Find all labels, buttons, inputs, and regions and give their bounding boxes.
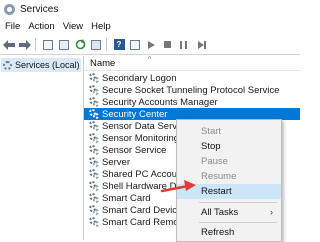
- service-gear-icon: [89, 193, 99, 203]
- menu-item-pause[interactable]: Pause: [177, 154, 281, 169]
- toolbar: ?: [0, 35, 300, 55]
- pause-service-icon[interactable]: [176, 38, 190, 52]
- menu-item-label: Refresh: [201, 227, 235, 238]
- pane-toggle-icon[interactable]: [128, 38, 142, 52]
- window-title: Services: [20, 3, 59, 15]
- services-app-icon: [4, 3, 15, 15]
- menu-item-label: Start: [201, 126, 222, 137]
- service-name: Smart Card: [102, 192, 151, 204]
- toolbar-separator: [35, 38, 36, 51]
- service-name: Security Accounts Manager: [102, 96, 218, 108]
- tree-item-label: Services (Local): [15, 60, 80, 70]
- submenu-arrow-icon: ›: [270, 207, 273, 217]
- service-gear-icon: [89, 181, 99, 191]
- service-gear-icon: [89, 145, 99, 155]
- service-gear-icon: [89, 97, 99, 107]
- export-list-icon[interactable]: [89, 38, 103, 52]
- forward-icon[interactable]: [18, 38, 32, 52]
- stop-service-icon[interactable]: [160, 38, 174, 52]
- service-gear-icon: [89, 109, 99, 119]
- column-header-label: Name: [90, 58, 116, 69]
- service-name: Security Center: [102, 108, 168, 120]
- toolbar-separator: [106, 38, 107, 51]
- gear-icon: [3, 60, 12, 70]
- restart-service-icon[interactable]: [192, 38, 206, 52]
- service-row[interactable]: Secondary Logon: [84, 72, 300, 84]
- menu-action[interactable]: Action: [24, 21, 58, 32]
- menu-item-label: Pause: [201, 156, 228, 167]
- service-gear-icon: [89, 85, 99, 95]
- service-gear-icon: [89, 217, 99, 227]
- menu-item-stop[interactable]: Stop: [177, 139, 281, 154]
- service-gear-icon: [89, 205, 99, 215]
- menu-item-all-tasks[interactable]: All Tasks ›: [177, 205, 281, 220]
- menu-help[interactable]: Help: [87, 21, 115, 32]
- menu-separator: [199, 202, 277, 203]
- menu-file[interactable]: File: [0, 21, 24, 32]
- service-gear-icon: [89, 133, 99, 143]
- menu-item-label: All Tasks: [201, 207, 239, 218]
- help-icon[interactable]: ?: [112, 38, 126, 52]
- service-row[interactable]: Secure Socket Tunneling Protocol Service: [84, 84, 300, 96]
- menu-item-label: Resume: [201, 171, 237, 182]
- column-header-name[interactable]: ^ Name: [84, 56, 300, 71]
- properties-icon[interactable]: [57, 38, 71, 52]
- service-name: Secure Socket Tunneling Protocol Service: [102, 84, 280, 96]
- service-gear-icon: [89, 73, 99, 83]
- menu-bar: File Action View Help: [0, 19, 300, 34]
- menu-separator: [199, 222, 277, 223]
- tree-item-services-local[interactable]: Services (Local): [1, 58, 81, 72]
- menu-item-label: Stop: [201, 141, 221, 152]
- title-bar: Services: [0, 0, 300, 18]
- refresh-icon[interactable]: [73, 38, 87, 52]
- menu-item-label: Restart: [201, 186, 232, 197]
- service-name: Sensor Service: [102, 144, 167, 156]
- menu-item-start[interactable]: Start: [177, 124, 281, 139]
- service-row[interactable]: Security Accounts Manager: [84, 96, 300, 108]
- menu-view[interactable]: View: [59, 21, 87, 32]
- annotation-arrow-icon: [160, 180, 196, 193]
- menu-item-refresh[interactable]: Refresh: [177, 225, 281, 240]
- tree-pane: Services (Local): [0, 56, 84, 240]
- service-name: Server: [102, 156, 130, 168]
- sort-ascending-icon: ^: [148, 56, 152, 63]
- service-gear-icon: [89, 157, 99, 167]
- service-gear-icon: [89, 169, 99, 179]
- service-gear-icon: [89, 121, 99, 131]
- service-name: Secondary Logon: [102, 72, 177, 84]
- show-hide-tree-icon[interactable]: [41, 38, 55, 52]
- back-icon[interactable]: [2, 38, 16, 52]
- start-service-icon[interactable]: [144, 38, 158, 52]
